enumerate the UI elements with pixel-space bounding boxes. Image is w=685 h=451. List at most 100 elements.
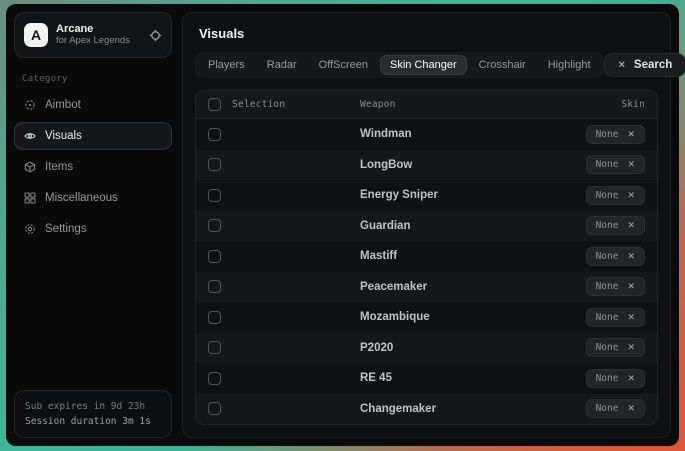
row-checkbox[interactable] bbox=[208, 128, 221, 141]
clear-skin-icon[interactable]: ✕ bbox=[627, 313, 635, 322]
skin-badge[interactable]: None ✕ bbox=[586, 125, 645, 144]
clear-skin-icon[interactable]: ✕ bbox=[627, 160, 635, 169]
clear-skin-icon[interactable]: ✕ bbox=[627, 374, 635, 383]
app-window: A Arcane for Apex Legends Category Aimbo… bbox=[6, 4, 679, 446]
row-checkbox[interactable] bbox=[208, 158, 221, 171]
sidebar-item-label: Miscellaneous bbox=[45, 192, 118, 204]
weapon-name: P2020 bbox=[360, 342, 547, 354]
skin-badge[interactable]: None ✕ bbox=[586, 155, 645, 174]
weapon-name: Mozambique bbox=[360, 311, 547, 323]
row-checkbox[interactable] bbox=[208, 372, 221, 385]
skin-value: None bbox=[596, 342, 619, 353]
app-logo: A bbox=[24, 23, 48, 47]
skin-badge[interactable]: None ✕ bbox=[586, 369, 645, 388]
table-row: Mozambique None ✕ bbox=[196, 302, 657, 333]
app-header-card: A Arcane for Apex Legends bbox=[14, 12, 172, 58]
sidebar-item-label: Visuals bbox=[45, 130, 82, 142]
sidebar-item-settings[interactable]: Settings bbox=[14, 215, 172, 243]
toolbar: PlayersRadarOffScreenSkin ChangerCrossha… bbox=[195, 52, 658, 78]
column-header-skin: Skin bbox=[547, 99, 657, 110]
row-checkbox[interactable] bbox=[208, 311, 221, 324]
sidebar-item-miscellaneous[interactable]: Miscellaneous bbox=[14, 184, 172, 212]
weapon-name: Mastiff bbox=[360, 250, 547, 262]
skin-badge[interactable]: None ✕ bbox=[586, 338, 645, 357]
row-checkbox[interactable] bbox=[208, 219, 221, 232]
table-row: LongBow None ✕ bbox=[196, 150, 657, 181]
clear-skin-icon[interactable]: ✕ bbox=[627, 221, 635, 230]
weapon-name: RE 45 bbox=[360, 372, 547, 384]
row-checkbox[interactable] bbox=[208, 250, 221, 263]
skin-value: None bbox=[596, 159, 619, 170]
sidebar-item-visuals[interactable]: Visuals bbox=[14, 122, 172, 150]
sidebar-item-aimbot[interactable]: Aimbot bbox=[14, 91, 172, 119]
table-row: RE 45 None ✕ bbox=[196, 363, 657, 394]
search-button[interactable]: ✕ Search bbox=[604, 53, 685, 77]
table-row: Windman None ✕ bbox=[196, 119, 657, 150]
sidebar-nav: Aimbot Visuals Items Miscellaneous Settings bbox=[14, 91, 172, 243]
crosshair-icon[interactable] bbox=[149, 29, 162, 42]
table-header-row: Selection Weapon Skin bbox=[196, 91, 657, 119]
grid-icon bbox=[24, 192, 36, 204]
clear-skin-icon[interactable]: ✕ bbox=[627, 282, 635, 291]
clear-skin-icon[interactable]: ✕ bbox=[627, 252, 635, 261]
clear-skin-icon[interactable]: ✕ bbox=[627, 343, 635, 352]
clear-skin-icon[interactable]: ✕ bbox=[627, 130, 635, 139]
column-header-selection: Selection bbox=[232, 99, 360, 110]
sub-expiry-text: Sub expires in 9d 23h bbox=[25, 399, 161, 414]
weapon-name: LongBow bbox=[360, 159, 547, 171]
row-checkbox[interactable] bbox=[208, 280, 221, 293]
app-subtitle: for Apex Legends bbox=[56, 36, 130, 47]
skin-badge[interactable]: None ✕ bbox=[586, 186, 645, 205]
skin-badge[interactable]: None ✕ bbox=[586, 277, 645, 296]
table-row: Energy Sniper None ✕ bbox=[196, 180, 657, 211]
main-panel: Visuals PlayersRadarOffScreenSkin Change… bbox=[182, 12, 671, 438]
clear-skin-icon[interactable]: ✕ bbox=[627, 404, 635, 413]
skin-badge[interactable]: None ✕ bbox=[586, 399, 645, 418]
tab-skin-changer[interactable]: Skin Changer bbox=[380, 55, 467, 75]
tab-crosshair[interactable]: Crosshair bbox=[469, 55, 536, 75]
tab-bar: PlayersRadarOffScreenSkin ChangerCrossha… bbox=[195, 52, 604, 78]
row-checkbox[interactable] bbox=[208, 341, 221, 354]
skin-value: None bbox=[596, 220, 619, 231]
skin-value: None bbox=[596, 251, 619, 262]
sidebar-item-items[interactable]: Items bbox=[14, 153, 172, 181]
app-name: Arcane bbox=[56, 23, 130, 36]
table-row: Changemaker None ✕ bbox=[196, 394, 657, 425]
tab-highlight[interactable]: Highlight bbox=[538, 55, 601, 75]
weapon-name: Windman bbox=[360, 128, 547, 140]
sidebar-item-label: Items bbox=[45, 161, 73, 173]
skin-badge[interactable]: None ✕ bbox=[586, 216, 645, 235]
category-label: Category bbox=[22, 74, 164, 84]
target-icon bbox=[24, 99, 36, 111]
sidebar-item-label: Aimbot bbox=[45, 99, 81, 111]
weapon-name: Peacemaker bbox=[360, 281, 547, 293]
skin-value: None bbox=[596, 129, 619, 140]
clear-skin-icon[interactable]: ✕ bbox=[627, 191, 635, 200]
sidebar-item-label: Settings bbox=[45, 223, 87, 235]
skin-value: None bbox=[596, 190, 619, 201]
gear-icon bbox=[24, 223, 36, 235]
tab-radar[interactable]: Radar bbox=[257, 55, 307, 75]
cube-icon bbox=[24, 161, 36, 173]
skin-value: None bbox=[596, 281, 619, 292]
select-all-checkbox[interactable] bbox=[208, 98, 221, 111]
search-button-label: Search bbox=[634, 59, 672, 71]
weapon-name: Changemaker bbox=[360, 403, 547, 415]
sidebar-spacer bbox=[14, 243, 172, 390]
weapon-name: Energy Sniper bbox=[360, 189, 547, 201]
sidebar: A Arcane for Apex Legends Category Aimbo… bbox=[14, 12, 172, 438]
tab-players[interactable]: Players bbox=[198, 55, 255, 75]
row-checkbox[interactable] bbox=[208, 189, 221, 202]
table-row: Mastiff None ✕ bbox=[196, 241, 657, 272]
session-card: Sub expires in 9d 23h Session duration 3… bbox=[14, 390, 172, 438]
table-row: P2020 None ✕ bbox=[196, 333, 657, 364]
skin-badge[interactable]: None ✕ bbox=[586, 247, 645, 266]
weapon-name: Guardian bbox=[360, 220, 547, 232]
table-row: Peacemaker None ✕ bbox=[196, 272, 657, 303]
skin-value: None bbox=[596, 312, 619, 323]
page-title: Visuals bbox=[199, 26, 656, 41]
skin-badge[interactable]: None ✕ bbox=[586, 308, 645, 327]
row-checkbox[interactable] bbox=[208, 402, 221, 415]
column-header-weapon: Weapon bbox=[360, 99, 547, 110]
tab-offscreen[interactable]: OffScreen bbox=[309, 55, 378, 75]
